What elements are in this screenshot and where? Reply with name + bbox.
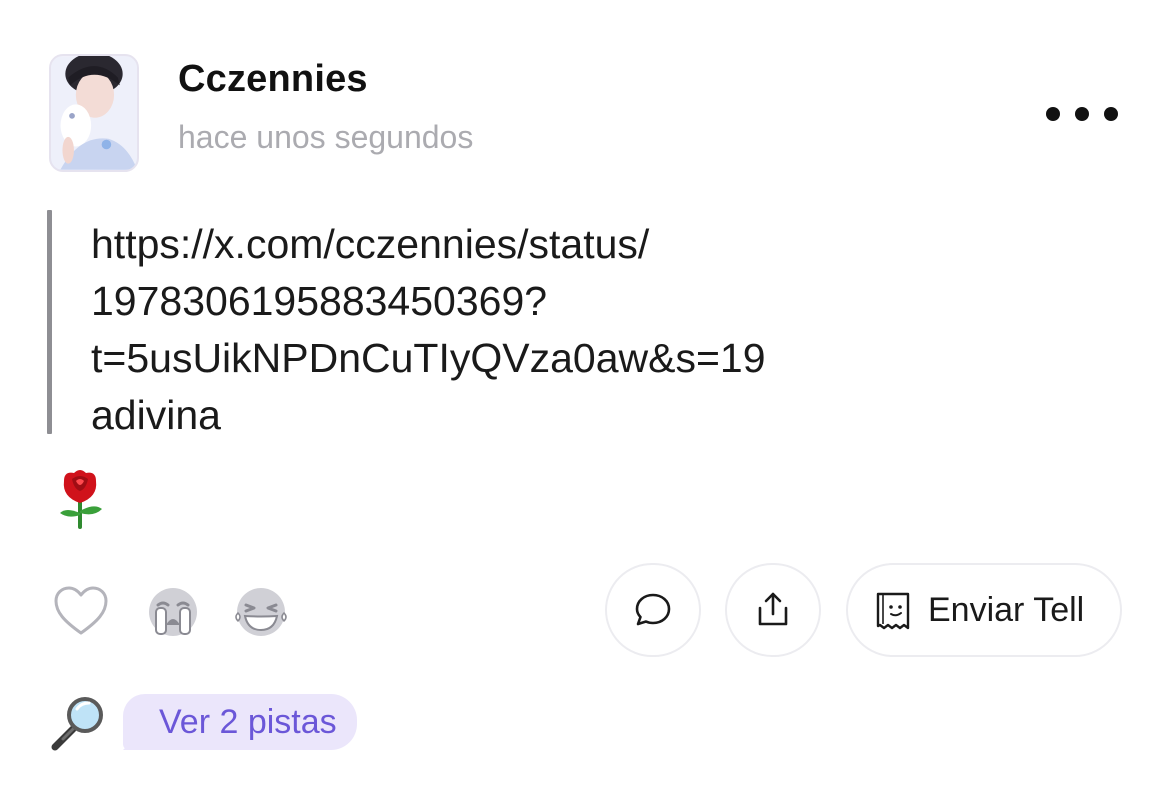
crying-face-icon: [149, 588, 197, 636]
quote-text: https://x.com/cczennies/status/197830619…: [91, 216, 766, 444]
share-button[interactable]: [725, 563, 821, 657]
quote-line[interactable]: https://x.com/cczennies/status/: [91, 216, 766, 273]
laughing-face-icon: [235, 588, 287, 636]
heart-icon: [54, 586, 108, 635]
quote-bar: [47, 210, 52, 434]
more-options-button[interactable]: [1046, 96, 1118, 132]
comment-icon: [635, 593, 671, 626]
author-name[interactable]: Cczennies: [178, 56, 368, 102]
laugh-reaction-button[interactable]: [232, 583, 290, 641]
cry-reaction-button[interactable]: [144, 583, 202, 641]
more-dot-icon: [1075, 107, 1089, 121]
rose-emoji-icon: [52, 467, 108, 529]
view-hints-label: Ver 2 pistas: [159, 702, 337, 741]
magnifier-icon: [49, 695, 107, 751]
more-dot-icon: [1046, 107, 1060, 121]
more-dot-icon: [1104, 107, 1118, 121]
share-icon: [758, 592, 788, 626]
quote-line[interactable]: 1978306195883450369?: [91, 273, 766, 330]
avatar[interactable]: [49, 54, 139, 172]
quote-line[interactable]: t=5usUikNPDnCuTIyQVza0aw&s=19: [91, 330, 766, 387]
view-hints-button[interactable]: Ver 2 pistas: [123, 694, 357, 750]
comment-button[interactable]: [605, 563, 701, 657]
quote-line: adivina: [91, 392, 221, 438]
post-timestamp: hace unos segundos: [178, 119, 474, 155]
like-button[interactable]: [52, 583, 110, 641]
send-tell-button[interactable]: Enviar Tell: [846, 563, 1122, 657]
tell-paper-icon: [876, 592, 910, 630]
quote-block: https://x.com/cczennies/status/197830619…: [47, 210, 907, 438]
send-tell-label: Enviar Tell: [928, 590, 1085, 629]
